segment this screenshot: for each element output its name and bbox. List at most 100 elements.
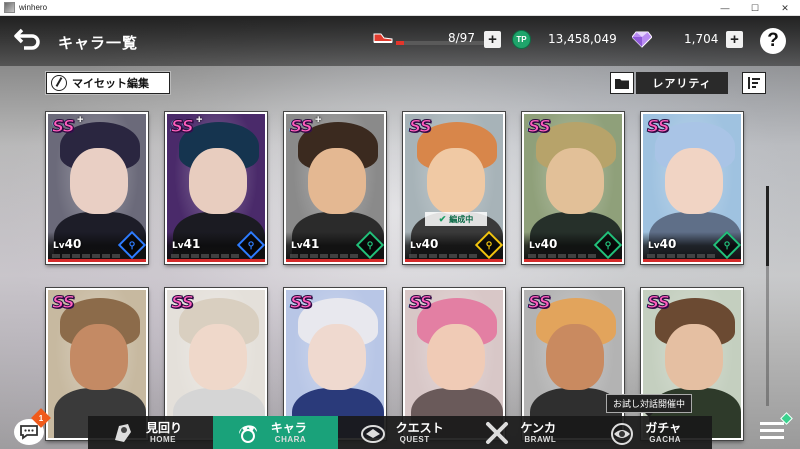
nav-brawl-sublabel: BRAWL [524, 435, 557, 444]
stamina-fill [396, 41, 404, 45]
nav-brawl[interactable]: ケンカ BRAWL [462, 416, 587, 449]
nav-home[interactable]: 見回り HOME [88, 416, 213, 449]
tp-icon: TP [512, 30, 531, 49]
skill-pips [171, 254, 241, 258]
rarity-plus-mark: + [315, 114, 322, 126]
gem-value: 1,704 [684, 32, 719, 46]
level-text: Lv40 [529, 237, 557, 251]
character-card[interactable]: SS Lv40 ⚲ [641, 112, 743, 264]
level-text: Lv41 [291, 237, 319, 251]
gem-plus-button[interactable]: + [726, 31, 743, 48]
level-prefix: Lv [172, 241, 184, 251]
window-titlebar: winhero — ☐ ✕ [0, 0, 800, 16]
help-button[interactable]: ? [760, 28, 786, 54]
level-prefix: Lv [53, 241, 65, 251]
folder-icon [615, 78, 629, 89]
rarity-badge: SS [528, 117, 552, 138]
level-value: 40 [64, 237, 82, 251]
check-icon: ✔ [438, 213, 447, 224]
tp-value: 13,458,049 [548, 32, 617, 46]
quest-icon [360, 425, 385, 443]
level-prefix: Lv [529, 241, 541, 251]
card-underline [48, 259, 146, 262]
rarity-badge: SS [409, 117, 433, 138]
rarity-badge: SS [52, 293, 76, 314]
chara-icon [238, 425, 257, 443]
back-arrow-icon[interactable] [14, 26, 44, 52]
home-patrol-icon [115, 424, 131, 442]
attribute-glyph: ⚲ [128, 239, 136, 250]
card-underline [405, 259, 503, 262]
nav-chara-sublabel: CHARA [274, 435, 307, 444]
nav-chara[interactable]: キャラ CHARA [212, 416, 338, 449]
nav-quest-sublabel: QUEST [399, 435, 430, 444]
level-value: 41 [302, 237, 320, 251]
character-card[interactable]: SS + Lv41 ⚲ [165, 112, 267, 264]
game-screen: キャラ一覧 8/97 + TP 13,458,049 1,704 + ? マイセ… [0, 16, 800, 449]
attribute-glyph: ⚲ [247, 239, 255, 250]
bottom-nav: 見回り HOME キャラ CHARA クエスト QUEST ケンカ BRAWL … [88, 416, 712, 449]
gem-icon [632, 31, 652, 48]
card-underline [524, 259, 622, 262]
card-underline [643, 259, 741, 262]
sort-order-button[interactable] [742, 72, 766, 94]
page-title: キャラ一覧 [58, 35, 139, 52]
rarity-plus-mark: + [196, 114, 203, 126]
folder-button[interactable] [610, 72, 634, 94]
level-prefix: Lv [291, 241, 303, 251]
attribute-glyph: ⚲ [485, 239, 493, 250]
in-formation-label: 編成中 [449, 214, 474, 224]
scrollbar[interactable] [766, 186, 769, 406]
sort-rarity-button[interactable]: レアリティ [636, 72, 728, 94]
level-value: 41 [183, 237, 201, 251]
app-icon [4, 2, 15, 13]
character-card[interactable]: SS Lv40 ⚲ [522, 112, 624, 264]
rarity-plus-mark: + [77, 114, 84, 126]
chat-notification-badge: 1 [31, 408, 51, 428]
rarity-badge: SS [52, 117, 76, 138]
level-text: Lv41 [172, 237, 200, 251]
trial-event-badge: お試し対話開催中 [606, 394, 693, 417]
scroll-thumb[interactable] [766, 186, 769, 266]
nav-gacha-label: ガチャ [645, 421, 682, 435]
level-prefix: Lv [648, 241, 660, 251]
rarity-badge: SS [647, 117, 671, 138]
attribute-glyph: ⚲ [723, 239, 731, 250]
maximize-button[interactable]: ☐ [740, 0, 770, 16]
character-card[interactable]: SS + Lv40 ⚲ [46, 112, 148, 264]
attribute-glyph: ⚲ [604, 239, 612, 250]
rarity-badge: SS [290, 117, 314, 138]
myset-edit-button[interactable]: マイセット編集 [46, 72, 170, 94]
level-value: 40 [540, 237, 558, 251]
myset-edit-label: マイセット編集 [72, 78, 149, 90]
menu-hamburger-icon[interactable] [760, 420, 784, 442]
character-card[interactable]: SS + Lv41 ⚲ [284, 112, 386, 264]
gacha-icon [611, 423, 634, 445]
edit-icon [51, 75, 67, 91]
nav-home-label: 見回り [146, 421, 183, 435]
shoe-icon [373, 33, 393, 43]
nav-home-sublabel: HOME [150, 435, 176, 444]
rarity-badge: SS [647, 293, 671, 314]
level-value: 40 [659, 237, 677, 251]
header-bar: キャラ一覧 8/97 + TP 13,458,049 1,704 + ? [0, 16, 800, 66]
nav-quest[interactable]: クエスト QUEST [338, 416, 463, 449]
stamina-plus-button[interactable]: + [484, 31, 501, 48]
sort-icon [748, 77, 760, 89]
minimize-button[interactable]: — [710, 0, 740, 16]
brawl-crossed-bats-icon [486, 422, 509, 444]
rarity-badge: SS [409, 293, 433, 314]
character-card[interactable]: SS ✔ 編成中 Lv40 ⚲ [403, 112, 505, 264]
level-text: Lv40 [648, 237, 676, 251]
nav-chara-label: キャラ [270, 421, 307, 435]
rarity-badge: SS [171, 293, 195, 314]
rarity-badge: SS [528, 293, 552, 314]
stamina-value: 8/97 [448, 31, 475, 45]
close-button[interactable]: ✕ [770, 0, 800, 16]
attribute-glyph: ⚲ [366, 239, 374, 250]
nav-brawl-label: ケンカ [520, 421, 557, 435]
rarity-badge: SS [171, 117, 195, 138]
window-controls: — ☐ ✕ [710, 0, 800, 16]
nav-gacha-sublabel: GACHA [649, 435, 682, 444]
nav-gacha[interactable]: ガチャ GACHA [587, 416, 712, 449]
